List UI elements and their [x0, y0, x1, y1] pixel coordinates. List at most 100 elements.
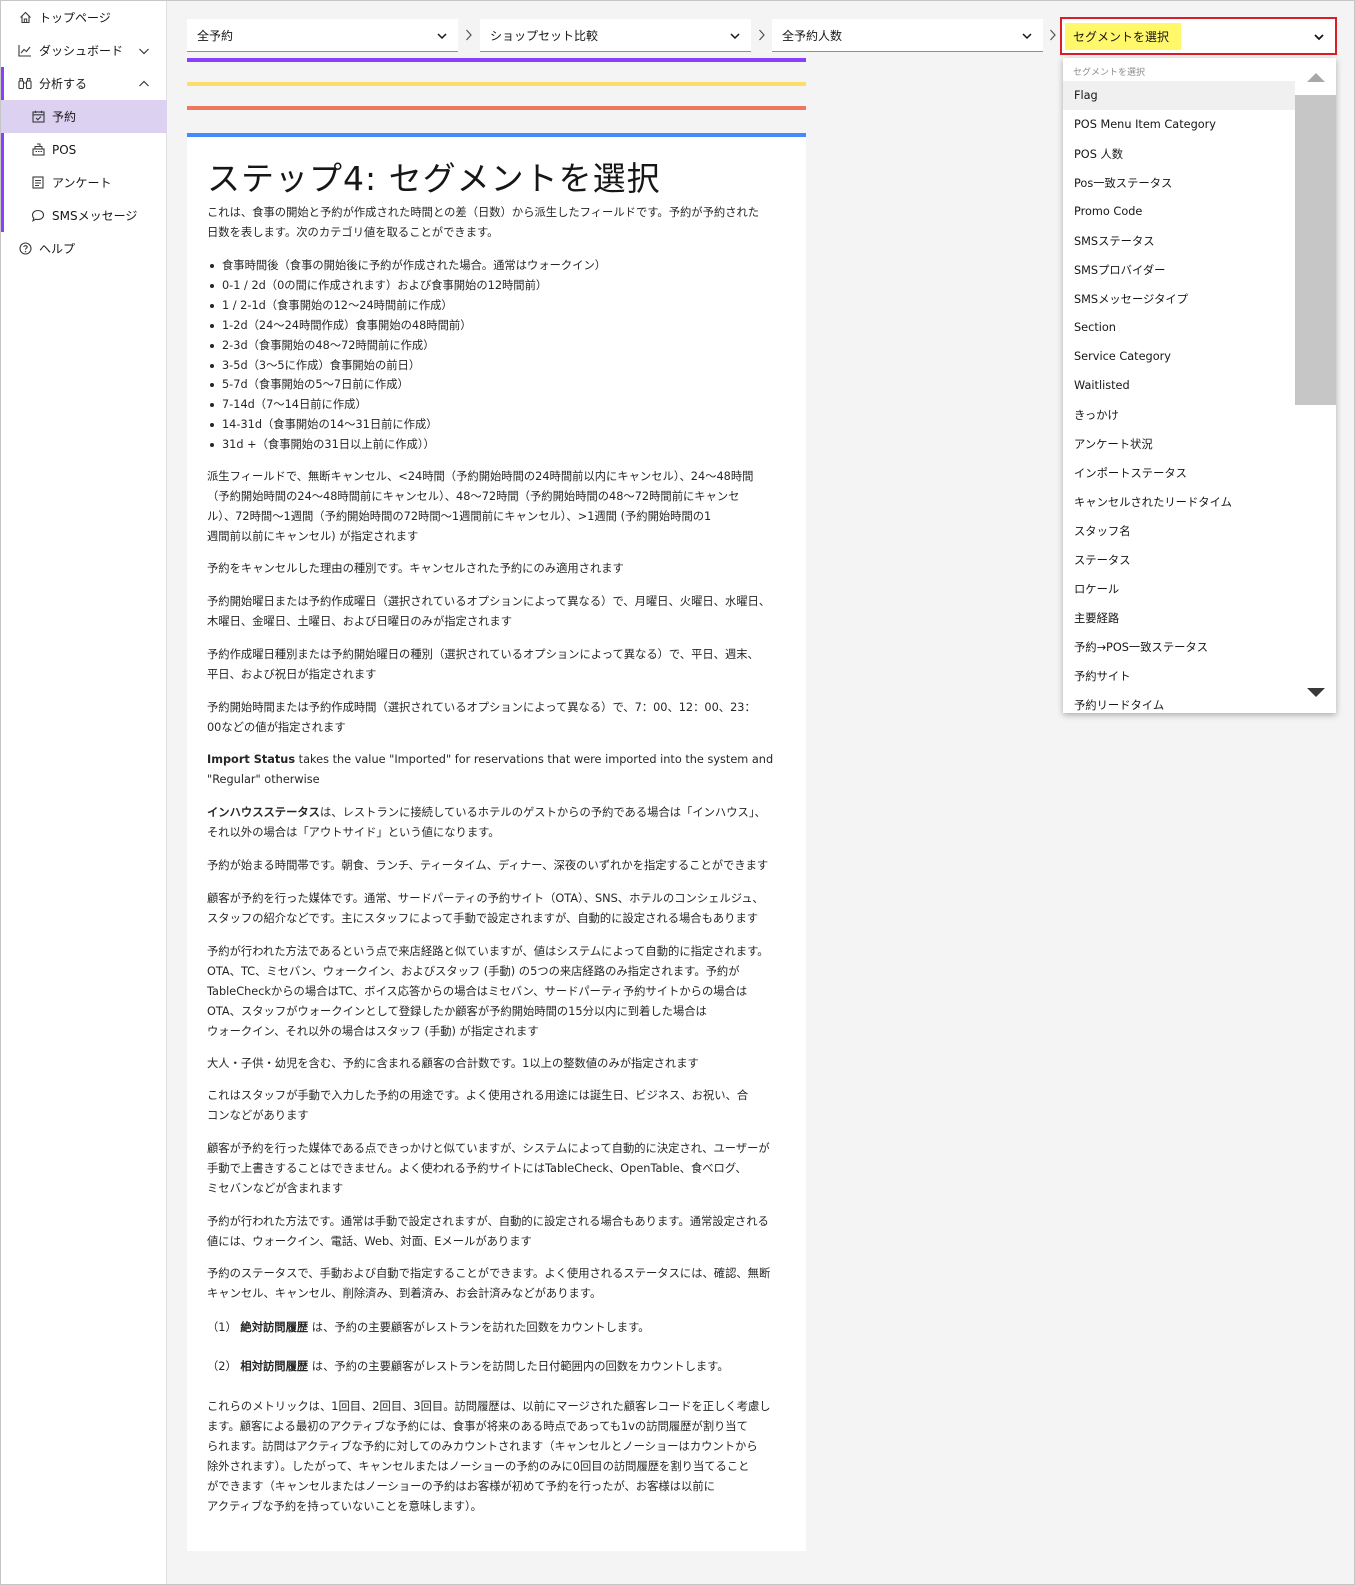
calendar-check-icon: [31, 110, 45, 124]
sidebar-item-pos[interactable]: POS: [1, 133, 167, 166]
item-term: 相対訪問履歴: [240, 1360, 309, 1373]
segment-menu: セグメントを選択 Flag POS Menu Item Category POS 人…: [1063, 58, 1336, 713]
segment-option[interactable]: Waitlisted: [1063, 371, 1295, 400]
segment-option[interactable]: きっかけ: [1063, 400, 1295, 429]
description-paragraph: 顧客が予約を行った媒体です。通常、サードパーティの予約サイト（OTA）、SNS、…: [207, 889, 787, 929]
list-item: 14-31d（食事開始の14〜31日前に作成）: [207, 415, 606, 435]
segment-option[interactable]: 予約→POS一致ステータス: [1063, 632, 1295, 661]
text-line: OTA、スタッフがウォークインとして登録したか顧客が予約開始時間の15分以内に到…: [207, 1005, 707, 1018]
chevron-down-icon: [1312, 30, 1326, 44]
help-icon: [18, 242, 32, 256]
description-paragraph: 予約が行われた方法です。通常は手動で設定されますが、自動的に設定される場合もあり…: [207, 1212, 787, 1252]
dropdown-value: ショップセット比較: [490, 28, 599, 43]
segment-dropdown[interactable]: セグメントを選択: [1060, 17, 1337, 55]
segment-option[interactable]: SMSメッセージタイプ: [1063, 284, 1295, 313]
text-line: 顧客が予約を行った媒体です。通常、サードパーティの予約サイト（OTA）、SNS、…: [207, 892, 764, 905]
chevron-up-icon[interactable]: [137, 77, 151, 91]
list-item: 食事時間後（食事の開始後に予約が作成された場合。通常はウォークイン）: [207, 256, 606, 276]
sidebar-item-help[interactable]: ヘルプ: [1, 232, 167, 265]
list-item: 5-7d（食事開始の5〜7日前に作成）: [207, 375, 606, 395]
chat-icon: [31, 209, 45, 223]
field-term: インハウスステータス: [207, 806, 320, 819]
segment-option[interactable]: 予約サイト: [1063, 661, 1295, 690]
page-title: ステップ4: セグメントを選択: [207, 159, 661, 198]
sidebar-item-label: 分析する: [39, 77, 88, 91]
sidebar-item-reservations[interactable]: 予約: [1, 100, 167, 133]
text-line: 値には、ウォークイン、電話、Web、対面、Eメールがあります: [207, 1235, 532, 1248]
segment-option[interactable]: ロケール: [1063, 574, 1295, 603]
text-line: 週間前以前にキャンセル) が指定されます: [207, 530, 419, 543]
scrollbar[interactable]: [1295, 58, 1336, 713]
text-line: スタッフの紹介などです。主にスタッフによって手動で設定されますが、自動的に設定さ…: [207, 912, 759, 925]
sidebar-item-survey[interactable]: アンケート: [1, 166, 167, 199]
category-list: 食事時間後（食事の開始後に予約が作成された場合。通常はウォークイン） 0-1 /…: [207, 256, 606, 455]
home-icon: [18, 11, 32, 25]
cash-register-icon: [31, 143, 45, 157]
text-line: それ以外の場合は「アウトサイド」という値になります。: [207, 826, 500, 839]
item-prefix: （1）: [207, 1321, 237, 1334]
segment-option[interactable]: キャンセルされたリードタイム: [1063, 487, 1295, 516]
segment-option[interactable]: インポートステータス: [1063, 458, 1295, 487]
sidebar-item-analyze[interactable]: 分析する: [1, 67, 167, 100]
segment-option[interactable]: Pos一致ステータス: [1063, 168, 1295, 197]
list-item: 7-14d（7〜14日前に作成）: [207, 395, 606, 415]
scroll-down-icon[interactable]: [1306, 684, 1326, 703]
sidebar-item-dashboard[interactable]: ダッシュボード: [1, 34, 167, 67]
chevron-right-icon: [1048, 27, 1058, 43]
metric-dropdown[interactable]: 全予約人数: [772, 19, 1043, 52]
text-line: ミセバンなどが含まれます: [207, 1182, 344, 1195]
segment-option[interactable]: 予約リードタイム: [1063, 690, 1295, 713]
segment-option[interactable]: 主要経路: [1063, 603, 1295, 632]
sidebar-item-label: 予約: [52, 110, 77, 124]
text-line: アクティブな予約を持っていないことを意味します）。: [207, 1500, 482, 1513]
stripe-purple: [187, 58, 806, 62]
segment-option[interactable]: SMSステータス: [1063, 226, 1295, 255]
sidebar-item-sms[interactable]: SMSメッセージ: [1, 199, 167, 232]
description-paragraph: 予約が始まる時間帯です。朝食、ランチ、ティータイム、ディナー、深夜のいずれかを指…: [207, 856, 787, 876]
sidebar-item-top-page[interactable]: トップページ: [1, 1, 167, 34]
segment-option[interactable]: Section: [1063, 313, 1295, 342]
segment-option[interactable]: Flag: [1063, 81, 1295, 110]
segment-option[interactable]: POS 人数: [1063, 139, 1295, 168]
shop-set-dropdown[interactable]: ショップセット比較: [480, 19, 751, 52]
text-line: 予約が行われた方法です。通常は手動で設定されますが、自動的に設定される場合もあり…: [207, 1215, 769, 1228]
description-paragraph: 予約をキャンセルした理由の種別です。キャンセルされた予約にのみ適用されます: [207, 559, 787, 579]
segment-option[interactable]: スタッフ名: [1063, 516, 1295, 545]
segment-option[interactable]: POS Menu Item Category: [1063, 110, 1295, 139]
item-text: は、予約の主要顧客がレストランを訪問した日付範囲内の回数をカウントします。: [311, 1360, 729, 1373]
description-paragraph: 予約のステータスで、手動および自動で指定することができます。よく使用されるステー…: [207, 1264, 787, 1304]
dropdown-value: 全予約人数: [782, 28, 843, 43]
reservation-filter-dropdown[interactable]: 全予約: [187, 19, 458, 52]
text-line: 予約をキャンセルした理由の種別です。キャンセルされた予約にのみ適用されます: [207, 562, 624, 575]
segment-option[interactable]: SMSプロバイダー: [1063, 255, 1295, 284]
sidebar-item-label: アンケート: [52, 176, 112, 190]
segment-option[interactable]: Promo Code: [1063, 197, 1295, 226]
field-term: Import Status: [207, 753, 296, 766]
text-line: 平日、および祝日が指定されます: [207, 668, 377, 681]
text-line: 00などの値が指定されます: [207, 721, 346, 734]
description-paragraph: 予約が行われた方法であるという点で来店経路と似ていますが、値はシステムによって自…: [207, 942, 787, 1042]
scrollbar-thumb[interactable]: [1295, 95, 1336, 405]
scroll-up-icon[interactable]: [1306, 68, 1326, 87]
dropdown-value: セグメントを選択: [1065, 22, 1182, 50]
text-line: インハウスステータスは、レストランに接続しているホテルのゲストからの予約である場…: [207, 806, 766, 819]
list-item: 2-3d（食事開始の48〜72時間前に作成）: [207, 336, 606, 356]
description-paragraph: 予約作成曜日種別または予約開始曜日の種別（選択されているオプションによって異なる…: [207, 645, 787, 685]
text-line: "Regular" otherwise: [207, 773, 320, 786]
text-line: ウォークイン、それ以外の場合はスタッフ (手動) が指定されます: [207, 1025, 539, 1038]
text-line: これはスタッフが手動で入力した予約の用途です。よく使用される用途には誕生日、ビジ…: [207, 1089, 749, 1102]
sidebar-item-label: ダッシュボード: [39, 44, 124, 58]
chevron-down-icon[interactable]: [137, 44, 151, 58]
sidebar-item-label: POS: [52, 142, 77, 157]
text-line: 日数を表します。次のカテゴリ値を取ることができます。: [207, 226, 499, 239]
text-line: 除外されます）。したがって、キャンセルまたはノーショーの予約のみに0回目の訪問履…: [207, 1460, 750, 1473]
segment-option[interactable]: Service Category: [1063, 342, 1295, 371]
text-line: ル）、72時間〜1週間（予約開始時間の72時間〜1週間前にキャンセル）、>1週間…: [207, 510, 712, 523]
segment-option[interactable]: アンケート状況: [1063, 429, 1295, 458]
description-paragraph: 派生フィールドで、無断キャンセル、<24時間（予約開始時間の24時間前以内にキャ…: [207, 467, 787, 547]
text-line: Import Status takes the value "Imported"…: [207, 753, 774, 766]
text-line: 大人・子供・幼児を含む、予約に含まれる顧客の合計数です。1以上の整数値のみが指定…: [207, 1057, 699, 1070]
segment-option[interactable]: ステータス: [1063, 545, 1295, 574]
text-line: これは、食事の開始と予約が作成された時間との差（日数）から派生したフィールドです…: [207, 206, 760, 219]
chevron-right-icon: [464, 27, 474, 43]
